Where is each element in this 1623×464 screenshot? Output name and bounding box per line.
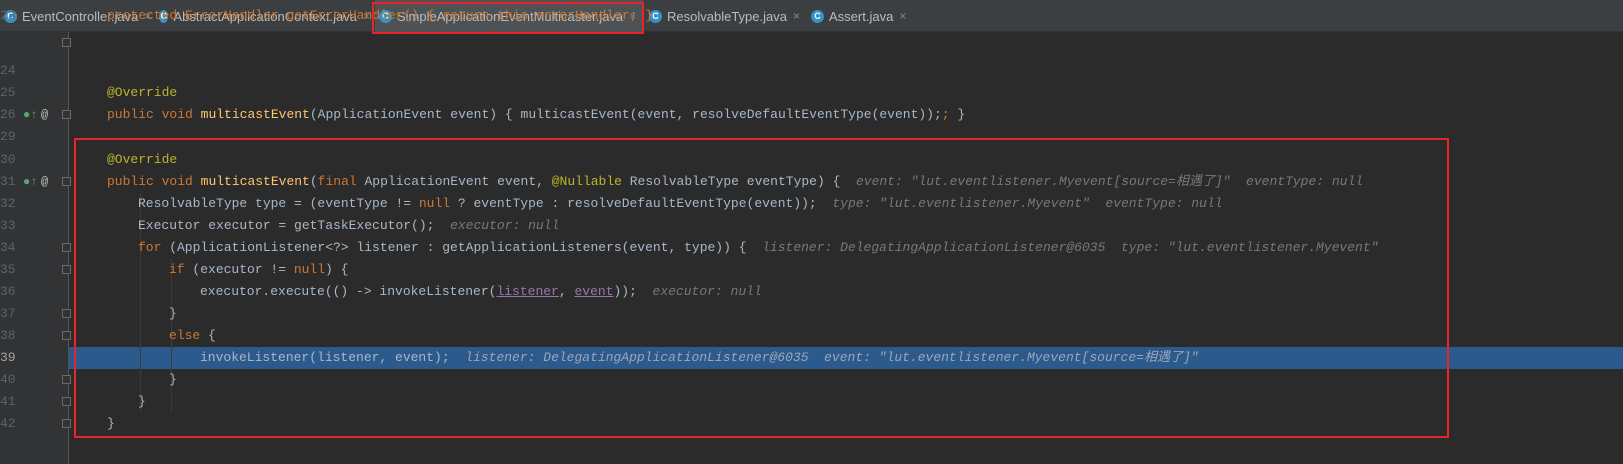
code-line-26[interactable]: public void multicastEvent(ApplicationEv… xyxy=(107,104,965,126)
code-line-31[interactable]: public void multicastEvent(final Applica… xyxy=(107,171,1363,193)
fold-marker-icon[interactable] xyxy=(62,265,71,274)
debug-inline-value: listener: DelegatingApplicationListener@… xyxy=(762,240,1379,255)
code-line-32[interactable]: ResolvableType type = (eventType != null… xyxy=(138,193,1222,215)
line-number: 24 xyxy=(0,63,16,78)
code-line-41[interactable]: } xyxy=(138,391,146,413)
at-annotation-icon[interactable]: @ xyxy=(41,104,48,126)
tab-assert[interactable]: C Assert.java × xyxy=(807,0,917,32)
folded-brace: } xyxy=(957,107,966,122)
line-number: 30 xyxy=(0,152,16,167)
code-line-37[interactable]: } xyxy=(169,303,177,325)
line-number: 36 xyxy=(0,284,16,299)
code-line-42[interactable]: } xyxy=(107,413,115,435)
code-text: , xyxy=(558,284,575,299)
code-line-35[interactable]: if (executor != null) { xyxy=(169,259,348,281)
line-number: 34 xyxy=(0,240,16,255)
captured-variable: event xyxy=(574,284,614,299)
line-number: 42 xyxy=(0,416,16,431)
code-text: (ApplicationEvent event) xyxy=(309,107,505,122)
keyword-token: null xyxy=(418,196,451,211)
fold-marker-icon[interactable] xyxy=(62,243,71,252)
fold-marker-icon[interactable] xyxy=(62,375,71,384)
code-line-34[interactable]: for (ApplicationListener<?> listener : g… xyxy=(138,237,1378,259)
code-line-30[interactable]: @Override xyxy=(107,149,177,171)
fold-marker-icon[interactable] xyxy=(62,419,71,428)
code-text: )); xyxy=(613,284,637,299)
fold-marker-icon[interactable] xyxy=(62,38,71,47)
code-text: (ApplicationListener<?> listener : getAp… xyxy=(161,240,747,255)
code-text: ( xyxy=(309,174,318,189)
fold-marker-icon[interactable] xyxy=(62,177,71,186)
keyword-token: public void xyxy=(107,174,193,189)
code-line-33[interactable]: Executor executor = getTaskExecutor(); e… xyxy=(138,215,559,237)
code-text: executor.execute(() -> invokeListener( xyxy=(200,284,497,299)
line-number-current: 39 xyxy=(0,350,16,365)
code-text: invokeListener(listener, event); xyxy=(200,350,450,365)
code-line-23[interactable]: protected ErrorHandler getErrorHandler()… xyxy=(107,5,653,27)
code-text: ResolvableType type = (eventType != xyxy=(138,196,419,211)
annotation-token: @Override xyxy=(107,152,178,167)
keyword-token: else xyxy=(169,328,201,343)
tab-resolvable-type[interactable]: C ResolvableType.java × xyxy=(645,0,805,32)
line-number: 35 xyxy=(0,262,16,277)
debug-inline-value: type: "lut.eventlistener.Myevent" eventT… xyxy=(832,196,1223,211)
code-text: { xyxy=(200,328,216,343)
override-marker-icon[interactable]: ●↑ xyxy=(23,104,37,126)
line-number: 31 xyxy=(0,174,16,189)
keyword-token: if xyxy=(169,262,185,277)
at-annotation-icon[interactable]: @ xyxy=(41,171,48,193)
keyword-token: final xyxy=(317,174,357,189)
code-line-25[interactable]: @Override xyxy=(107,82,177,104)
code-text: } xyxy=(169,306,177,321)
annotation-token: @Override xyxy=(107,85,178,100)
code-text: multicastEvent(event, resolveDefaultEven… xyxy=(512,107,942,122)
folded-brace: { xyxy=(504,107,513,122)
code-text: ) { xyxy=(325,262,349,277)
tab-label: Assert.java xyxy=(829,8,894,24)
fold-marker-icon[interactable] xyxy=(62,331,71,340)
fold-marker-icon[interactable] xyxy=(62,110,71,119)
debug-inline-value: executor: null xyxy=(450,218,560,233)
debug-inline-value: event: "lut.eventlistener.Myevent[source… xyxy=(856,174,1364,189)
code-text: ApplicationEvent event, xyxy=(356,174,552,189)
debug-inline-value: executor: null xyxy=(652,284,762,299)
line-number: 32 xyxy=(0,196,16,211)
close-icon[interactable]: × xyxy=(899,9,906,23)
code-line-39[interactable]: invokeListener(listener, event); listene… xyxy=(200,347,1199,369)
code-line-38[interactable]: else { xyxy=(169,325,216,347)
code-text: protected ErrorHandler getErrorHandler()… xyxy=(107,8,654,23)
code-text: ResolvableType eventType) { xyxy=(621,174,841,189)
line-number: 26 xyxy=(0,107,16,122)
method-name-token: multicastEvent xyxy=(200,107,310,122)
line-number: 37 xyxy=(0,306,16,321)
code-text: } xyxy=(169,372,177,387)
captured-variable: listener xyxy=(496,284,559,299)
line-number: 41 xyxy=(0,394,16,409)
line-number: 23 xyxy=(0,8,16,23)
fold-marker-icon[interactable] xyxy=(62,309,71,318)
annotation-token: @Nullable xyxy=(551,174,622,189)
method-name-token: multicastEvent xyxy=(200,174,310,189)
override-marker-icon[interactable]: ●↑ xyxy=(23,171,37,193)
code-text: ? eventType : resolveDefaultEventType(ev… xyxy=(450,196,817,211)
close-icon[interactable]: × xyxy=(793,9,800,23)
fold-marker-icon[interactable] xyxy=(62,397,71,406)
line-number: 25 xyxy=(0,85,16,100)
keyword-token: null xyxy=(293,262,326,277)
line-number: 40 xyxy=(0,372,16,387)
code-text: } xyxy=(107,416,115,431)
code-line-36[interactable]: executor.execute(() -> invokeListener(li… xyxy=(200,281,762,303)
debug-inline-value: listener: DelegatingApplicationListener@… xyxy=(465,350,1199,365)
class-icon: C xyxy=(811,9,824,23)
line-number: 38 xyxy=(0,328,16,343)
keyword-token: public void xyxy=(107,107,193,122)
tab-label: ResolvableType.java xyxy=(667,8,787,24)
code-text: } xyxy=(138,394,146,409)
code-text: Executor executor = getTaskExecutor(); xyxy=(138,218,435,233)
keyword-token: for xyxy=(138,240,162,255)
code-line-40[interactable]: } xyxy=(169,369,177,391)
code-text: (executor != xyxy=(184,262,294,277)
line-number: 29 xyxy=(0,129,16,144)
line-number: 33 xyxy=(0,218,16,233)
